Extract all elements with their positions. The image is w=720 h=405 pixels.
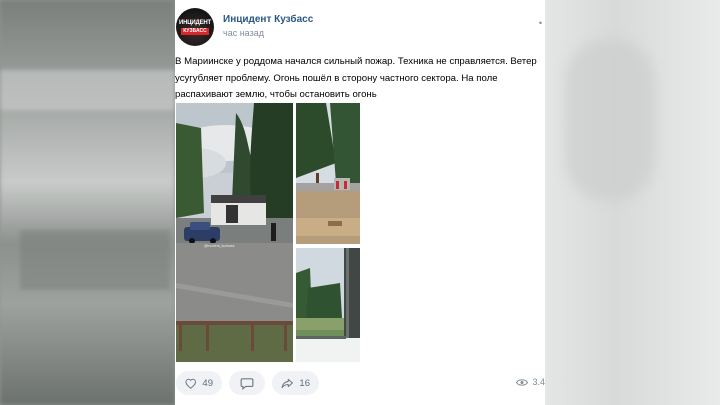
post-card: ИНЦИДЕНТ КУЗБАСС Инцидент Кузбасс час на… xyxy=(175,0,545,405)
photo-trees-road[interactable] xyxy=(296,103,360,244)
photo-fire-street[interactable]: @incident_kuzbass xyxy=(176,103,293,362)
avatar-logo-badge: КУЗБАСС xyxy=(181,28,209,35)
like-count: 49 xyxy=(202,377,213,389)
post-header: ИНЦИДЕНТ КУЗБАСС Инцидент Кузбасс час на… xyxy=(175,6,545,46)
repost-count: 16 xyxy=(299,377,310,389)
post-text-line: усугубляет проблему. Огонь пошёл в сторо… xyxy=(175,72,498,84)
post-actions-bar: 49 16 3.4 xyxy=(175,370,545,398)
blurred-background-left xyxy=(0,0,175,405)
blurred-background-right xyxy=(545,0,720,405)
post-timestamp[interactable]: час назад xyxy=(223,28,264,38)
post-text: В Мариинске у роддома начался сильный по… xyxy=(175,54,545,104)
group-avatar[interactable]: ИНЦИДЕНТ КУЗБАСС xyxy=(176,8,214,46)
eye-icon xyxy=(516,378,529,386)
more-options-icon[interactable]: • xyxy=(539,18,543,28)
photo-watermark: @incident_kuzbass xyxy=(204,244,235,248)
post-text-line: распахивают землю, чтобы остановить огон… xyxy=(175,89,377,100)
like-button[interactable]: 49 xyxy=(176,371,222,395)
avatar-logo-text: ИНЦИДЕНТ xyxy=(179,20,212,26)
comment-button[interactable] xyxy=(229,371,265,395)
post-text-line: В Мариинске у роддома начался сильный по… xyxy=(175,56,537,67)
photo-window-view[interactable] xyxy=(296,248,360,362)
views-counter: 3.4 xyxy=(516,377,545,387)
views-count: 3.4 xyxy=(532,377,545,387)
share-button[interactable]: 16 xyxy=(272,371,319,395)
heart-icon xyxy=(185,378,196,389)
share-arrow-icon xyxy=(281,378,293,388)
comment-icon xyxy=(240,377,254,390)
group-name-link[interactable]: Инцидент Кузбасс xyxy=(223,14,313,25)
